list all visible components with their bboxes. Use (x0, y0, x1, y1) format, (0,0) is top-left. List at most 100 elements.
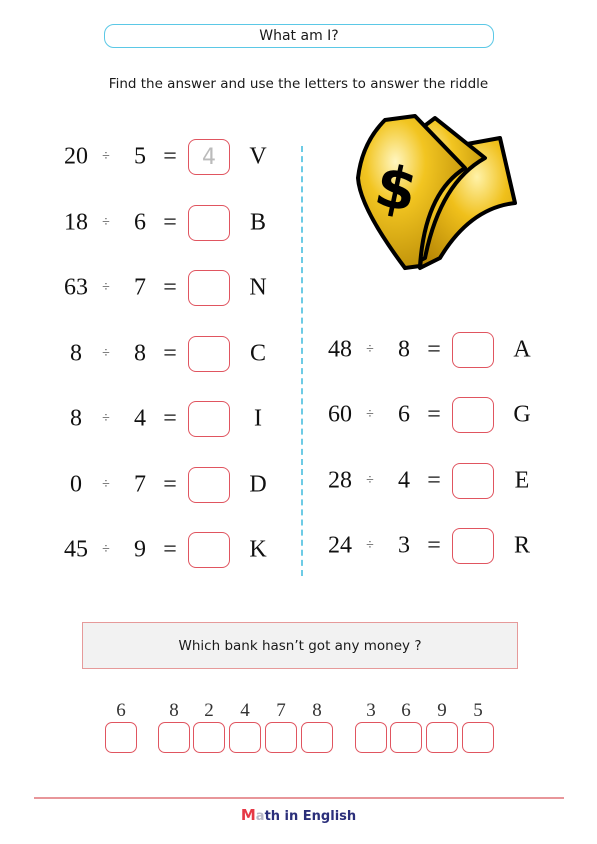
brand-letter-m: M (240, 806, 256, 824)
divide-sign: ÷ (102, 542, 110, 557)
answer-box[interactable] (188, 205, 230, 241)
divide-sign: ÷ (366, 342, 374, 357)
answer-box[interactable] (188, 401, 230, 437)
code-letter: B (249, 209, 266, 236)
dividend: 8 (70, 405, 82, 432)
divisor: 4 (134, 405, 146, 432)
code-letter: R (513, 532, 530, 559)
code-letter: N (249, 274, 267, 301)
answer-box[interactable] (188, 270, 230, 306)
dividend: 20 (64, 143, 88, 170)
instruction-text: Find the answer and use the letters to a… (108, 76, 489, 92)
answer-box[interactable] (452, 528, 494, 564)
equals-sign: = (163, 340, 177, 367)
divisor: 8 (134, 340, 146, 367)
code-letter: C (249, 340, 266, 367)
divide-sign: ÷ (102, 477, 110, 492)
equals-sign: = (163, 209, 177, 236)
code-letter: I (254, 405, 262, 432)
code-letter: K (249, 536, 267, 563)
divisor: 6 (134, 209, 146, 236)
divisor: 5 (134, 143, 146, 170)
letter-box[interactable] (158, 722, 190, 753)
divide-sign: ÷ (102, 149, 110, 164)
divisor: 6 (398, 401, 410, 428)
brand-text: th in English (264, 809, 357, 824)
equation-row: 20 ÷ 5 = 4 V (56, 137, 286, 177)
answer-box[interactable] (188, 467, 230, 503)
letter-box[interactable] (390, 722, 422, 753)
code-cell: 6 (105, 700, 137, 753)
worksheet-title: What am I? (104, 24, 494, 48)
code-letter: E (514, 467, 530, 494)
riddle-question: Which bank hasn’t got any money ? (82, 622, 518, 669)
equation-row: 60 ÷ 6 = G (320, 395, 550, 435)
code-number: 3 (366, 700, 376, 721)
letter-box[interactable] (462, 722, 494, 753)
riddle-question-text: Which bank hasn’t got any money ? (178, 637, 422, 654)
divisor: 7 (134, 274, 146, 301)
code-cell: 5 (462, 700, 494, 753)
code-cell: 6 (390, 700, 422, 753)
divide-sign: ÷ (102, 280, 110, 295)
dividend: 24 (328, 532, 352, 559)
equation-row: 45 ÷ 9 = K (56, 530, 286, 570)
footer-divider (34, 797, 564, 799)
divide-sign: ÷ (366, 407, 374, 422)
dividend: 0 (70, 471, 82, 498)
dividend: 28 (328, 467, 352, 494)
dividend: 60 (328, 401, 352, 428)
answer-box[interactable] (188, 532, 230, 568)
divide-sign: ÷ (102, 215, 110, 230)
code-cell: 9 (426, 700, 458, 753)
column-divider (301, 146, 303, 576)
code-number: 4 (240, 700, 250, 721)
letter-box[interactable] (355, 722, 387, 753)
code-number: 9 (437, 700, 447, 721)
equals-sign: = (163, 274, 177, 301)
letter-box[interactable] (301, 722, 333, 753)
equation-row: 8 ÷ 8 = C (56, 334, 286, 374)
divide-sign: ÷ (102, 346, 110, 361)
letter-box[interactable] (105, 722, 137, 753)
answer-box[interactable] (452, 463, 494, 499)
brand-letter-a: a (255, 809, 265, 824)
equation-row: 48 ÷ 8 = A (320, 330, 550, 370)
letter-box[interactable] (265, 722, 297, 753)
equals-sign: = (427, 467, 441, 494)
code-number: 8 (312, 700, 322, 721)
code-number: 2 (204, 700, 214, 721)
divide-sign: ÷ (366, 473, 374, 488)
equation-row: 24 ÷ 3 = R (320, 526, 550, 566)
equals-sign: = (427, 336, 441, 363)
answer-box[interactable]: 4 (188, 139, 230, 175)
code-letter: V (249, 143, 267, 170)
equals-sign: = (163, 143, 177, 170)
divisor: 7 (134, 471, 146, 498)
answer-box[interactable] (188, 336, 230, 372)
equation-row: 18 ÷ 6 = B (56, 203, 286, 243)
dividend: 8 (70, 340, 82, 367)
equals-sign: = (163, 405, 177, 432)
code-cell: 3 (355, 700, 387, 753)
letter-box[interactable] (193, 722, 225, 753)
code-cell: 2 (193, 700, 225, 753)
answer-box[interactable] (452, 332, 494, 368)
letter-box[interactable] (426, 722, 458, 753)
equals-sign: = (163, 471, 177, 498)
code-cell: 8 (158, 700, 190, 753)
equals-sign: = (427, 532, 441, 559)
dividend: 63 (64, 274, 88, 301)
letter-box[interactable] (229, 722, 261, 753)
code-cell: 7 (265, 700, 297, 753)
divide-sign: ÷ (102, 411, 110, 426)
code-number: 7 (276, 700, 286, 721)
answer-box[interactable] (452, 397, 494, 433)
equals-sign: = (427, 401, 441, 428)
equation-row: 63 ÷ 7 = N (56, 268, 286, 308)
equals-sign: = (163, 536, 177, 563)
code-letter: A (513, 336, 531, 363)
code-cell: 4 (229, 700, 261, 753)
code-cell: 8 (301, 700, 333, 753)
brand-logo: Math in English (0, 806, 597, 824)
